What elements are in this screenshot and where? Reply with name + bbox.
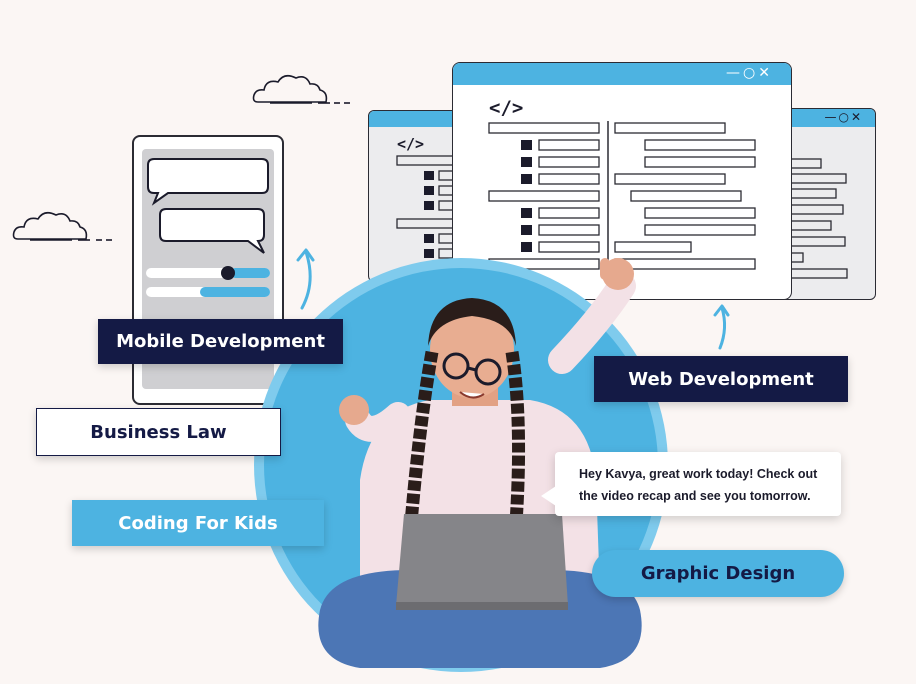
cloud-icon <box>12 211 112 241</box>
code-window-right: —○✕ <box>780 108 876 300</box>
chat-message-bubble: Hey Kavya, great work today! Check out t… <box>541 452 841 516</box>
graphic-design-label[interactable]: Graphic Design <box>592 550 844 597</box>
chat-message-line: the video recap and see you tomorrow. <box>579 489 811 503</box>
mobile-development-label[interactable]: Mobile Development <box>98 319 343 364</box>
coding-for-kids-label[interactable]: Coding For Kids <box>72 500 324 546</box>
window-title-bar <box>369 111 465 127</box>
phone-mockup <box>132 135 284 405</box>
arrow-up-icon <box>713 304 730 350</box>
business-law-label[interactable]: Business Law <box>36 408 281 456</box>
web-development-label[interactable]: Web Development <box>594 356 848 402</box>
chat-message-line: Hey Kavya, great work today! Check out <box>579 467 818 481</box>
cloud-icon <box>252 74 350 104</box>
window-controls-icon: —○✕ <box>824 110 863 124</box>
